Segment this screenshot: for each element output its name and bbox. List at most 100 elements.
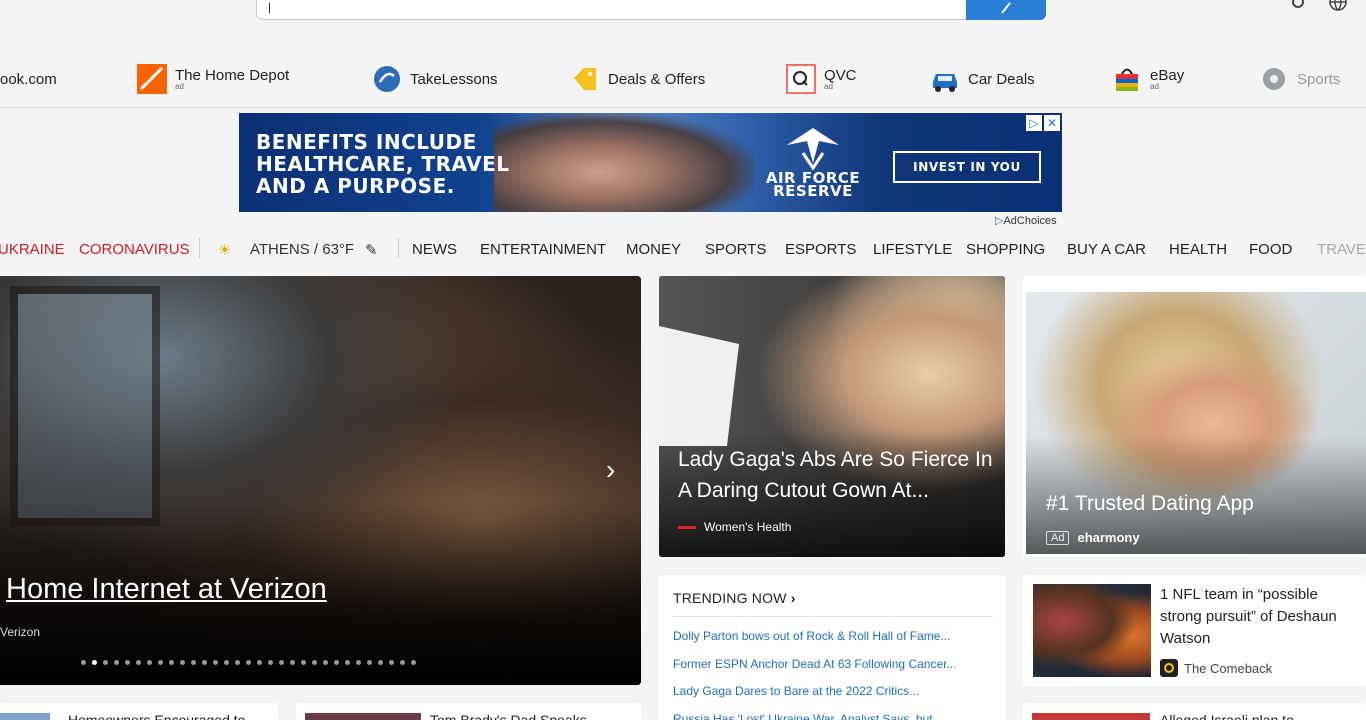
carousel-dot[interactable] (345, 660, 350, 665)
air-force-reserve-logo: AIR FORCE RESERVE (757, 123, 869, 208)
carousel-dot[interactable] (169, 660, 174, 665)
close-ad-icon[interactable]: ✕ (1044, 115, 1060, 131)
card-title[interactable]: Alleged Israeli plan to (1160, 712, 1294, 720)
quicklink-facebook[interactable]: ook.com (0, 62, 57, 96)
nav-coronavirus[interactable]: CORONAVIRUS (79, 241, 190, 258)
invest-in-you-button[interactable]: INVEST IN YOU (893, 151, 1041, 183)
carousel-dot[interactable] (213, 660, 218, 665)
trending-item[interactable]: Russia Has 'Lost' Ukraine War, Analyst S… (673, 712, 956, 720)
carousel-dot[interactable] (400, 660, 405, 665)
news-card-lady-gaga[interactable]: Lady Gaga's Abs Are So Fierce In A Darin… (659, 276, 1005, 557)
ad-controls: ▷ ✕ (1026, 115, 1060, 131)
carousel-dot[interactable] (312, 660, 317, 665)
carousel-dot[interactable] (81, 660, 86, 665)
card-title[interactable]: Tom Brady's Dad Speaks (430, 712, 587, 720)
search-button[interactable] (966, 0, 1046, 20)
news-card-nfl[interactable]: 1 NFL team in “possible strong pursuit” … (1023, 575, 1366, 686)
card-image: #1 Trusted Dating App Ad eharmony (1026, 292, 1366, 554)
carousel-dot[interactable] (92, 660, 97, 665)
carousel-dot[interactable] (334, 660, 339, 665)
card-source: Women's Health (678, 520, 791, 534)
carousel-dot[interactable] (114, 660, 119, 665)
nav-buy-a-car[interactable]: BUY A CAR (1067, 241, 1146, 258)
carousel-dot[interactable] (356, 660, 361, 665)
search-box[interactable] (256, 0, 1046, 20)
carousel-dot[interactable] (389, 660, 394, 665)
carousel-dot[interactable] (125, 660, 130, 665)
quicklink-home-depot[interactable]: The Home Depot ad (136, 62, 289, 96)
ad-tag: ad (1150, 81, 1159, 91)
globe-icon[interactable] (1328, 0, 1348, 12)
card-title[interactable]: Lady Gaga's Abs Are So Fierce In A Darin… (678, 444, 998, 506)
nav-weather[interactable]: ATHENS / 63°F (250, 241, 354, 258)
carousel-next-icon[interactable]: › (606, 454, 615, 486)
banner-line: HEALTHCARE, TRAVEL (256, 152, 510, 176)
adchoices-link[interactable]: ▷AdChoices (995, 214, 1057, 227)
hero-window-decoration (10, 286, 160, 526)
carousel-dot[interactable] (367, 660, 372, 665)
sports-ball-icon (1258, 63, 1290, 95)
trending-item[interactable]: Former ESPN Anchor Dead At 63 Following … (673, 657, 956, 685)
carousel-dot[interactable] (180, 660, 185, 665)
trending-now-panel: TRENDING NOW › Dolly Parton bows out of … (659, 575, 1005, 720)
carousel-dot[interactable] (378, 660, 383, 665)
nav-news[interactable]: NEWS (412, 241, 457, 258)
hero-source: Verizon (0, 625, 41, 639)
hero-carousel[interactable]: Home Internet at Verizon Verizon › (0, 276, 641, 685)
carousel-dot[interactable] (257, 660, 262, 665)
home-depot-icon (136, 63, 168, 95)
quicklink-ebay[interactable]: eBay ad (1111, 62, 1184, 96)
card-title[interactable]: 1 NFL team in “possible strong pursuit” … (1160, 584, 1360, 650)
nav-money[interactable]: MONEY (626, 241, 681, 258)
pencil-edit-icon[interactable]: ✎ (365, 241, 378, 259)
quicklink-sports[interactable]: Sports (1258, 62, 1340, 96)
quicklink-car-deals[interactable]: Car Deals (929, 62, 1035, 96)
carousel-dot[interactable] (290, 660, 295, 665)
top-right-icons (1288, 0, 1348, 12)
carousel-dot[interactable] (235, 660, 240, 665)
nav-food[interactable]: FOOD (1249, 241, 1292, 258)
news-card-peek[interactable]: Alleged Israeli plan to (1023, 703, 1366, 720)
nav-esports[interactable]: ESPORTS (785, 241, 856, 258)
quicklink-qvc[interactable]: QVC ad (785, 62, 857, 96)
card-thumbnail (1033, 584, 1151, 677)
carousel-dot[interactable] (202, 660, 207, 665)
carousel-dot[interactable] (268, 660, 273, 665)
card-title[interactable]: #1 Trusted Dating App (1046, 492, 1254, 516)
nav-entertainment[interactable]: ENTERTAINMENT (480, 241, 606, 258)
news-card-peek[interactable]: Homeowners Encouraged to (0, 703, 278, 720)
trending-item[interactable]: Lady Gaga Dares to Bare at the 2022 Crit… (673, 684, 956, 712)
trending-list: Dolly Parton bows out of Rock & Roll Hal… (673, 629, 956, 720)
carousel-dot[interactable] (191, 660, 196, 665)
quicklink-deals-offers[interactable]: Deals & Offers (569, 62, 705, 96)
carousel-dot[interactable] (323, 660, 328, 665)
nav-travel[interactable]: TRAVEL (1317, 241, 1366, 258)
carousel-dot[interactable] (224, 660, 229, 665)
trending-heading[interactable]: TRENDING NOW › (673, 590, 796, 606)
the-comeback-logo-icon (1160, 659, 1178, 677)
carousel-dot[interactable] (301, 660, 306, 665)
nav-ukraine[interactable]: UKRAINE (0, 241, 65, 258)
adchoices-play-icon[interactable]: ▷ (1026, 115, 1042, 131)
carousel-dot[interactable] (158, 660, 163, 665)
carousel-dot[interactable] (136, 660, 141, 665)
carousel-dot[interactable] (411, 660, 416, 665)
card-title[interactable]: Homeowners Encouraged to (68, 712, 245, 720)
quicklink-takelessons[interactable]: TakeLessons (371, 62, 498, 96)
banner-ad[interactable]: BENEFITS INCLUDE HEALTHCARE, TRAVEL AND … (239, 113, 1062, 212)
news-card-peek[interactable]: Tom Brady's Dad Speaks (296, 703, 641, 720)
carousel-dot[interactable] (246, 660, 251, 665)
trending-item[interactable]: Dolly Parton bows out of Rock & Roll Hal… (673, 629, 956, 657)
carousel-dot[interactable] (103, 660, 108, 665)
settings-icon[interactable] (1288, 0, 1308, 12)
hero-title[interactable]: Home Internet at Verizon (6, 573, 327, 606)
carousel-dot[interactable] (147, 660, 152, 665)
carousel-dot[interactable] (279, 660, 284, 665)
nav-sports[interactable]: SPORTS (705, 241, 766, 258)
nav-divider (199, 238, 200, 258)
nav-health[interactable]: HEALTH (1169, 241, 1227, 258)
car-icon (929, 63, 961, 95)
ad-card-eharmony[interactable]: #1 Trusted Dating App Ad eharmony (1023, 276, 1366, 557)
nav-shopping[interactable]: SHOPPING (966, 241, 1045, 258)
nav-lifestyle[interactable]: LIFESTYLE (873, 241, 952, 258)
